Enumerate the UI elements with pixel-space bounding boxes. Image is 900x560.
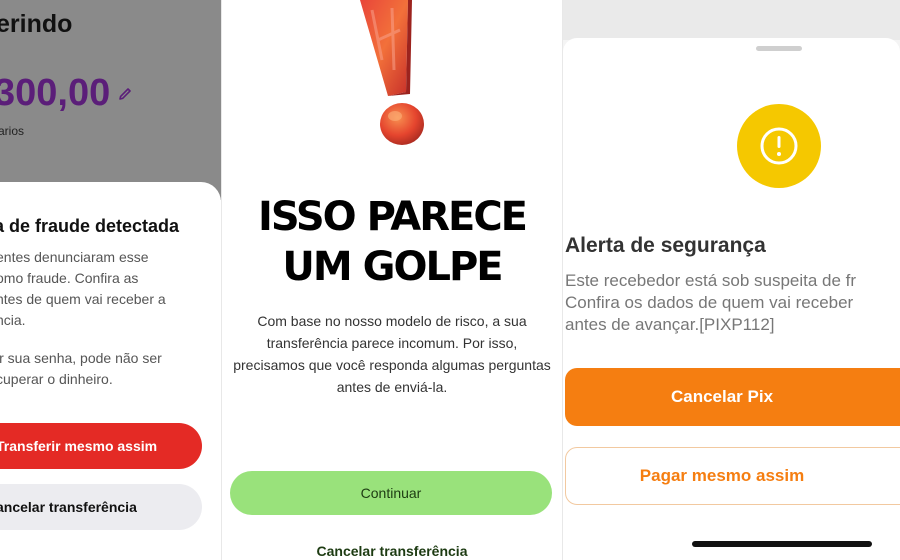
continue-button[interactable]: Continuar xyxy=(230,471,552,515)
transfer-anyway-button[interactable]: Transferir mesmo assim xyxy=(0,423,202,469)
cancel-transfer-button[interactable]: ancelar transferência xyxy=(0,484,202,530)
scam-description: Com base no nosso modelo de risco, a sua… xyxy=(233,313,551,395)
scam-headline: ISSO PARECE UM GOLPE xyxy=(257,194,528,290)
cancel-pix-button[interactable]: Cancelar Pix xyxy=(565,368,900,426)
home-indicator xyxy=(692,541,872,547)
transfer-amount: 300,00 xyxy=(0,72,111,114)
dimmed-backdrop xyxy=(563,0,900,40)
sheet-drag-handle[interactable] xyxy=(756,46,802,51)
alert-body: entes denunciaram esse omo fraude. Confi… xyxy=(0,249,166,328)
warning-circle-icon xyxy=(737,104,821,188)
panel-scam-warning: ISSO PARECE UM GOLPE Com base no nosso m… xyxy=(222,0,562,560)
alert-body: Este recebedor está sob suspeita de fr C… xyxy=(565,271,857,334)
alert-title: a de fraude detectada xyxy=(0,216,180,236)
cancel-transfer-link[interactable]: Cancelar transferência xyxy=(222,543,562,559)
alert-title: Alerta de segurança xyxy=(565,234,766,257)
exclamation-icon xyxy=(360,0,424,145)
panel-fraud-detected: erindo 300,00 arios a de fraude detectad… xyxy=(0,0,221,560)
panel-security-alert: Alerta de segurança Este recebedor está … xyxy=(563,0,900,560)
screen-title: erindo xyxy=(0,10,73,38)
pay-anyway-button[interactable]: Pagar mesmo assim xyxy=(565,447,900,505)
alert-body-secondary: ir sua senha, pode não ser cuperar o din… xyxy=(0,350,162,387)
amount-sublabel: arios xyxy=(0,124,25,138)
pencil-icon[interactable] xyxy=(117,86,133,102)
